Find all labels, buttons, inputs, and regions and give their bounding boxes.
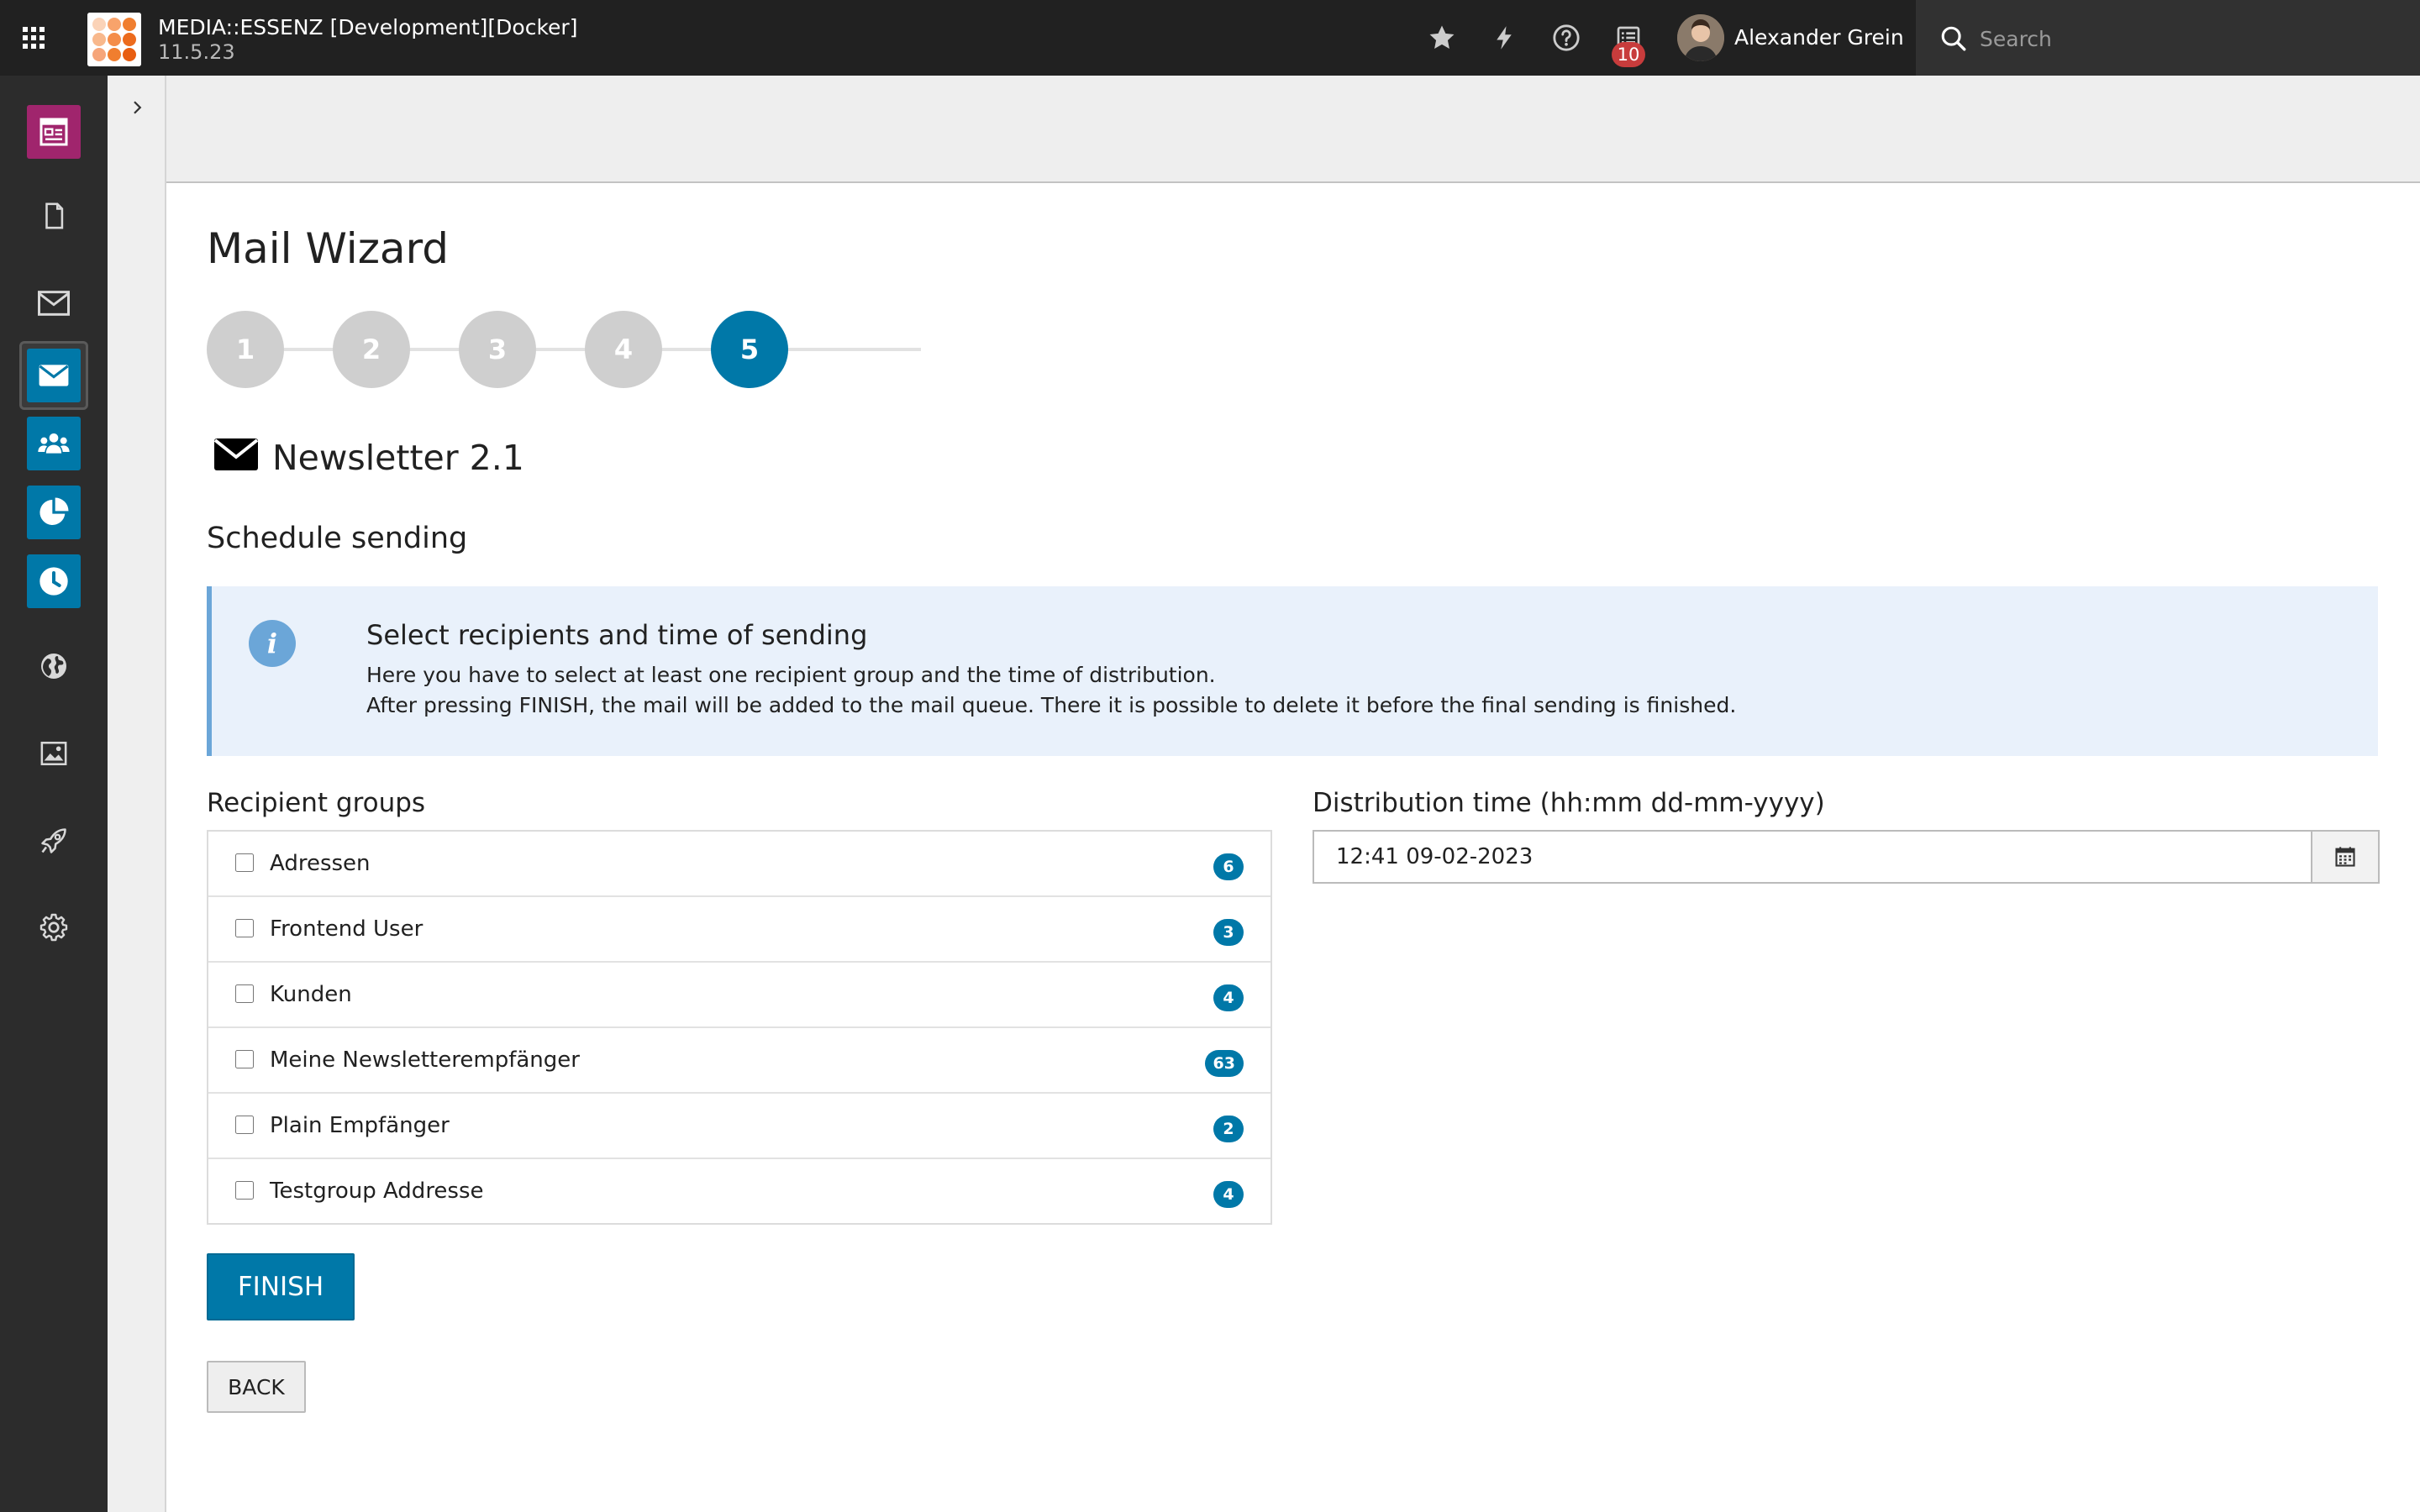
search-area bbox=[1916, 0, 2420, 76]
module-menu bbox=[0, 76, 108, 1512]
group-name: Testgroup Addresse bbox=[270, 1179, 484, 1204]
clock-icon bbox=[27, 554, 81, 608]
info-callout: i Select recipients and time of sending … bbox=[207, 586, 2378, 756]
wizard-step-4[interactable]: 4 bbox=[585, 311, 662, 388]
callout-text-line-2: After pressing FINISH, the mail will be … bbox=[366, 693, 1737, 717]
back-button[interactable]: BACK bbox=[207, 1361, 306, 1413]
recipient-groups-list: Adressen 6 Frontend User 3 Kunden 4 Mein… bbox=[207, 830, 1272, 1225]
module-settings[interactable] bbox=[19, 895, 88, 963]
module-recipients[interactable] bbox=[19, 409, 88, 478]
group-name: Meine Newsletterempfänger bbox=[270, 1047, 580, 1073]
page-title: Mail Wizard bbox=[207, 224, 449, 273]
group-name: Frontend User bbox=[270, 916, 424, 942]
search-input[interactable] bbox=[1978, 21, 2402, 56]
info-icon: i bbox=[249, 620, 296, 667]
group-checkbox[interactable] bbox=[235, 1116, 254, 1134]
module-mail-wizard[interactable] bbox=[19, 341, 88, 410]
section-title: Schedule sending bbox=[207, 522, 468, 555]
group-count-badge: 63 bbox=[1204, 1050, 1244, 1077]
newsletter-title: Newsletter 2.1 bbox=[272, 438, 524, 478]
callout-text-line-1: Here you have to select at least one rec… bbox=[366, 663, 1216, 687]
notification-badge[interactable]: 10 bbox=[1612, 42, 1645, 67]
group-count-badge: 4 bbox=[1213, 1181, 1244, 1208]
lightning-icon[interactable] bbox=[1487, 21, 1521, 55]
group-count-badge: 6 bbox=[1213, 853, 1244, 880]
globe-icon bbox=[39, 651, 69, 685]
doc-header bbox=[166, 76, 2420, 183]
list-item[interactable]: Meine Newsletterempfänger 63 bbox=[208, 1028, 1270, 1094]
module-globe[interactable] bbox=[19, 633, 88, 702]
group-count-badge: 4 bbox=[1213, 984, 1244, 1011]
wizard-step-2[interactable]: 2 bbox=[333, 311, 410, 388]
finish-button[interactable]: FINISH bbox=[207, 1253, 355, 1320]
distribution-time-input[interactable] bbox=[1313, 830, 2311, 884]
module-queue[interactable] bbox=[19, 547, 88, 616]
pie-chart-icon bbox=[27, 486, 81, 539]
navigation-column bbox=[108, 76, 166, 1512]
list-item[interactable]: Testgroup Addresse 4 bbox=[208, 1159, 1270, 1223]
module-page[interactable] bbox=[19, 183, 88, 252]
group-checkbox[interactable] bbox=[235, 984, 254, 1003]
group-checkbox[interactable] bbox=[235, 919, 254, 937]
list-item[interactable]: Frontend User 3 bbox=[208, 897, 1270, 963]
main-content: Mail Wizard 1 2 3 4 5 Newsletter 2.1 Sch… bbox=[166, 183, 2420, 1512]
list-item[interactable]: Kunden 4 bbox=[208, 963, 1270, 1028]
web-layout-icon bbox=[27, 105, 81, 159]
wizard-step-5: 5 bbox=[711, 311, 788, 388]
group-name: Kunden bbox=[270, 982, 352, 1007]
callout-title: Select recipients and time of sending bbox=[366, 619, 868, 651]
star-icon[interactable] bbox=[1425, 21, 1459, 55]
calendar-icon[interactable] bbox=[2311, 830, 2380, 884]
image-icon bbox=[39, 739, 68, 771]
rocket-icon bbox=[39, 826, 69, 859]
module-mail[interactable] bbox=[19, 270, 88, 339]
group-count-badge: 3 bbox=[1213, 919, 1244, 946]
module-report[interactable] bbox=[19, 478, 88, 547]
chevron-right-icon[interactable] bbox=[122, 92, 152, 123]
wizard-step-3[interactable]: 3 bbox=[459, 311, 536, 388]
wizard-step-1[interactable]: 1 bbox=[207, 311, 284, 388]
app-grid-icon[interactable] bbox=[0, 0, 67, 76]
page-icon bbox=[39, 202, 68, 234]
group-checkbox[interactable] bbox=[235, 1181, 254, 1200]
site-name[interactable]: MEDIA::ESSENZ [Development][Docker] bbox=[158, 15, 577, 40]
search-icon[interactable] bbox=[1939, 24, 1968, 53]
site-logo[interactable] bbox=[87, 13, 141, 66]
mail-wizard-icon bbox=[27, 349, 81, 402]
recipient-groups-label: Recipient groups bbox=[207, 788, 426, 818]
site-version: 11.5.23 bbox=[158, 40, 235, 64]
module-rocket[interactable] bbox=[19, 808, 88, 877]
list-item[interactable]: Plain Empfänger 2 bbox=[208, 1094, 1270, 1159]
group-checkbox[interactable] bbox=[235, 1050, 254, 1068]
avatar[interactable] bbox=[1677, 14, 1724, 61]
group-count-badge: 2 bbox=[1213, 1116, 1244, 1142]
list-item[interactable]: Adressen 6 bbox=[208, 832, 1270, 897]
gear-icon bbox=[39, 912, 69, 946]
group-name: Adressen bbox=[270, 851, 371, 876]
module-filelist[interactable] bbox=[19, 721, 88, 790]
group-checkbox[interactable] bbox=[235, 853, 254, 872]
user-name[interactable]: Alexander Grein bbox=[1734, 25, 1904, 50]
group-name: Plain Empfänger bbox=[270, 1113, 450, 1138]
envelope-icon bbox=[37, 289, 71, 321]
envelope-icon bbox=[213, 435, 259, 472]
module-web-layout[interactable] bbox=[19, 97, 88, 166]
distribution-time-label: Distribution time (hh:mm dd-mm-yyyy) bbox=[1313, 788, 1825, 818]
recipients-icon bbox=[27, 417, 81, 470]
top-bar: MEDIA::ESSENZ [Development][Docker] 11.5… bbox=[0, 0, 2420, 76]
help-icon[interactable] bbox=[1549, 21, 1583, 55]
